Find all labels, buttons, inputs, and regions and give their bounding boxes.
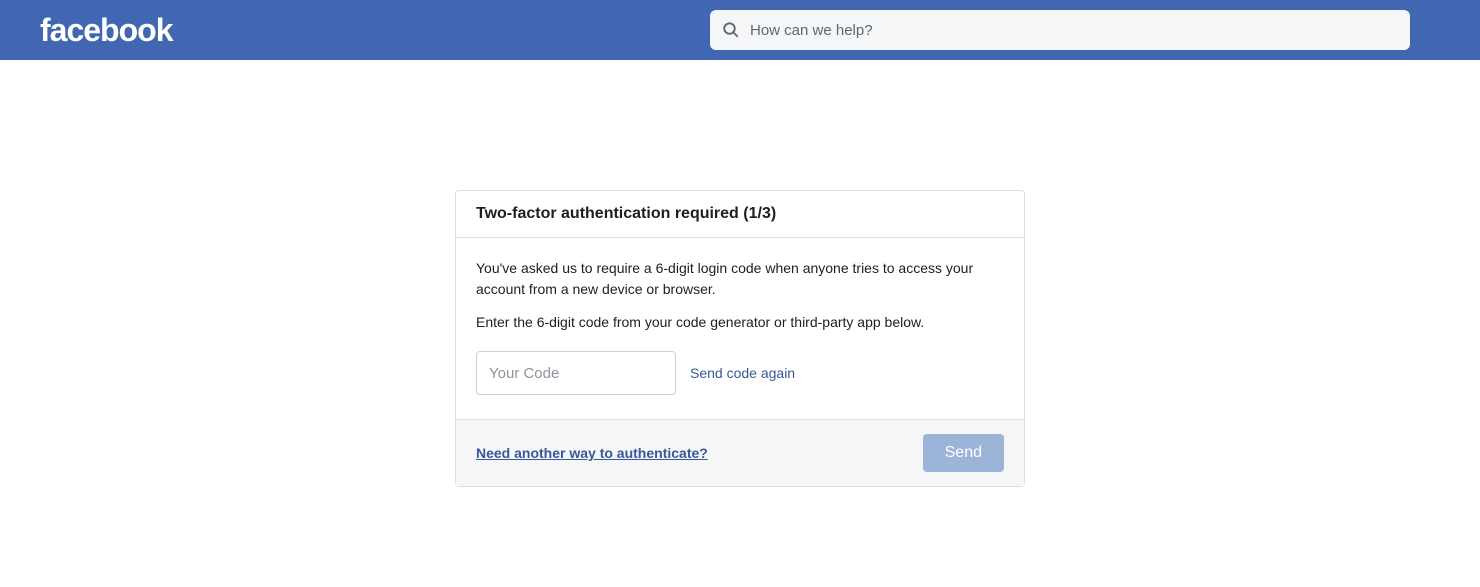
code-row: Send code again [476,351,1004,395]
another-way-link[interactable]: Need another way to authenticate? [476,445,708,461]
resend-code-link[interactable]: Send code again [690,365,795,381]
search-icon [722,21,740,39]
card-header: Two-factor authentication required (1/3) [456,191,1024,238]
search-box[interactable] [710,10,1410,50]
body-text-2: Enter the 6-digit code from your code ge… [476,312,1004,333]
body-text-1: You've asked us to require a 6-digit log… [476,258,1004,300]
two-factor-card: Two-factor authentication required (1/3)… [455,190,1025,487]
search-input[interactable] [750,22,1398,39]
send-button[interactable]: Send [923,434,1004,472]
facebook-logo[interactable]: facebook [40,12,172,49]
card-footer: Need another way to authenticate? Send [456,419,1024,486]
card-body: You've asked us to require a 6-digit log… [456,238,1024,419]
card-title: Two-factor authentication required (1/3) [476,205,1004,223]
code-input[interactable] [476,351,676,395]
main-content: Two-factor authentication required (1/3)… [0,60,1480,487]
search-container [710,10,1410,50]
header-bar: facebook [0,0,1480,60]
